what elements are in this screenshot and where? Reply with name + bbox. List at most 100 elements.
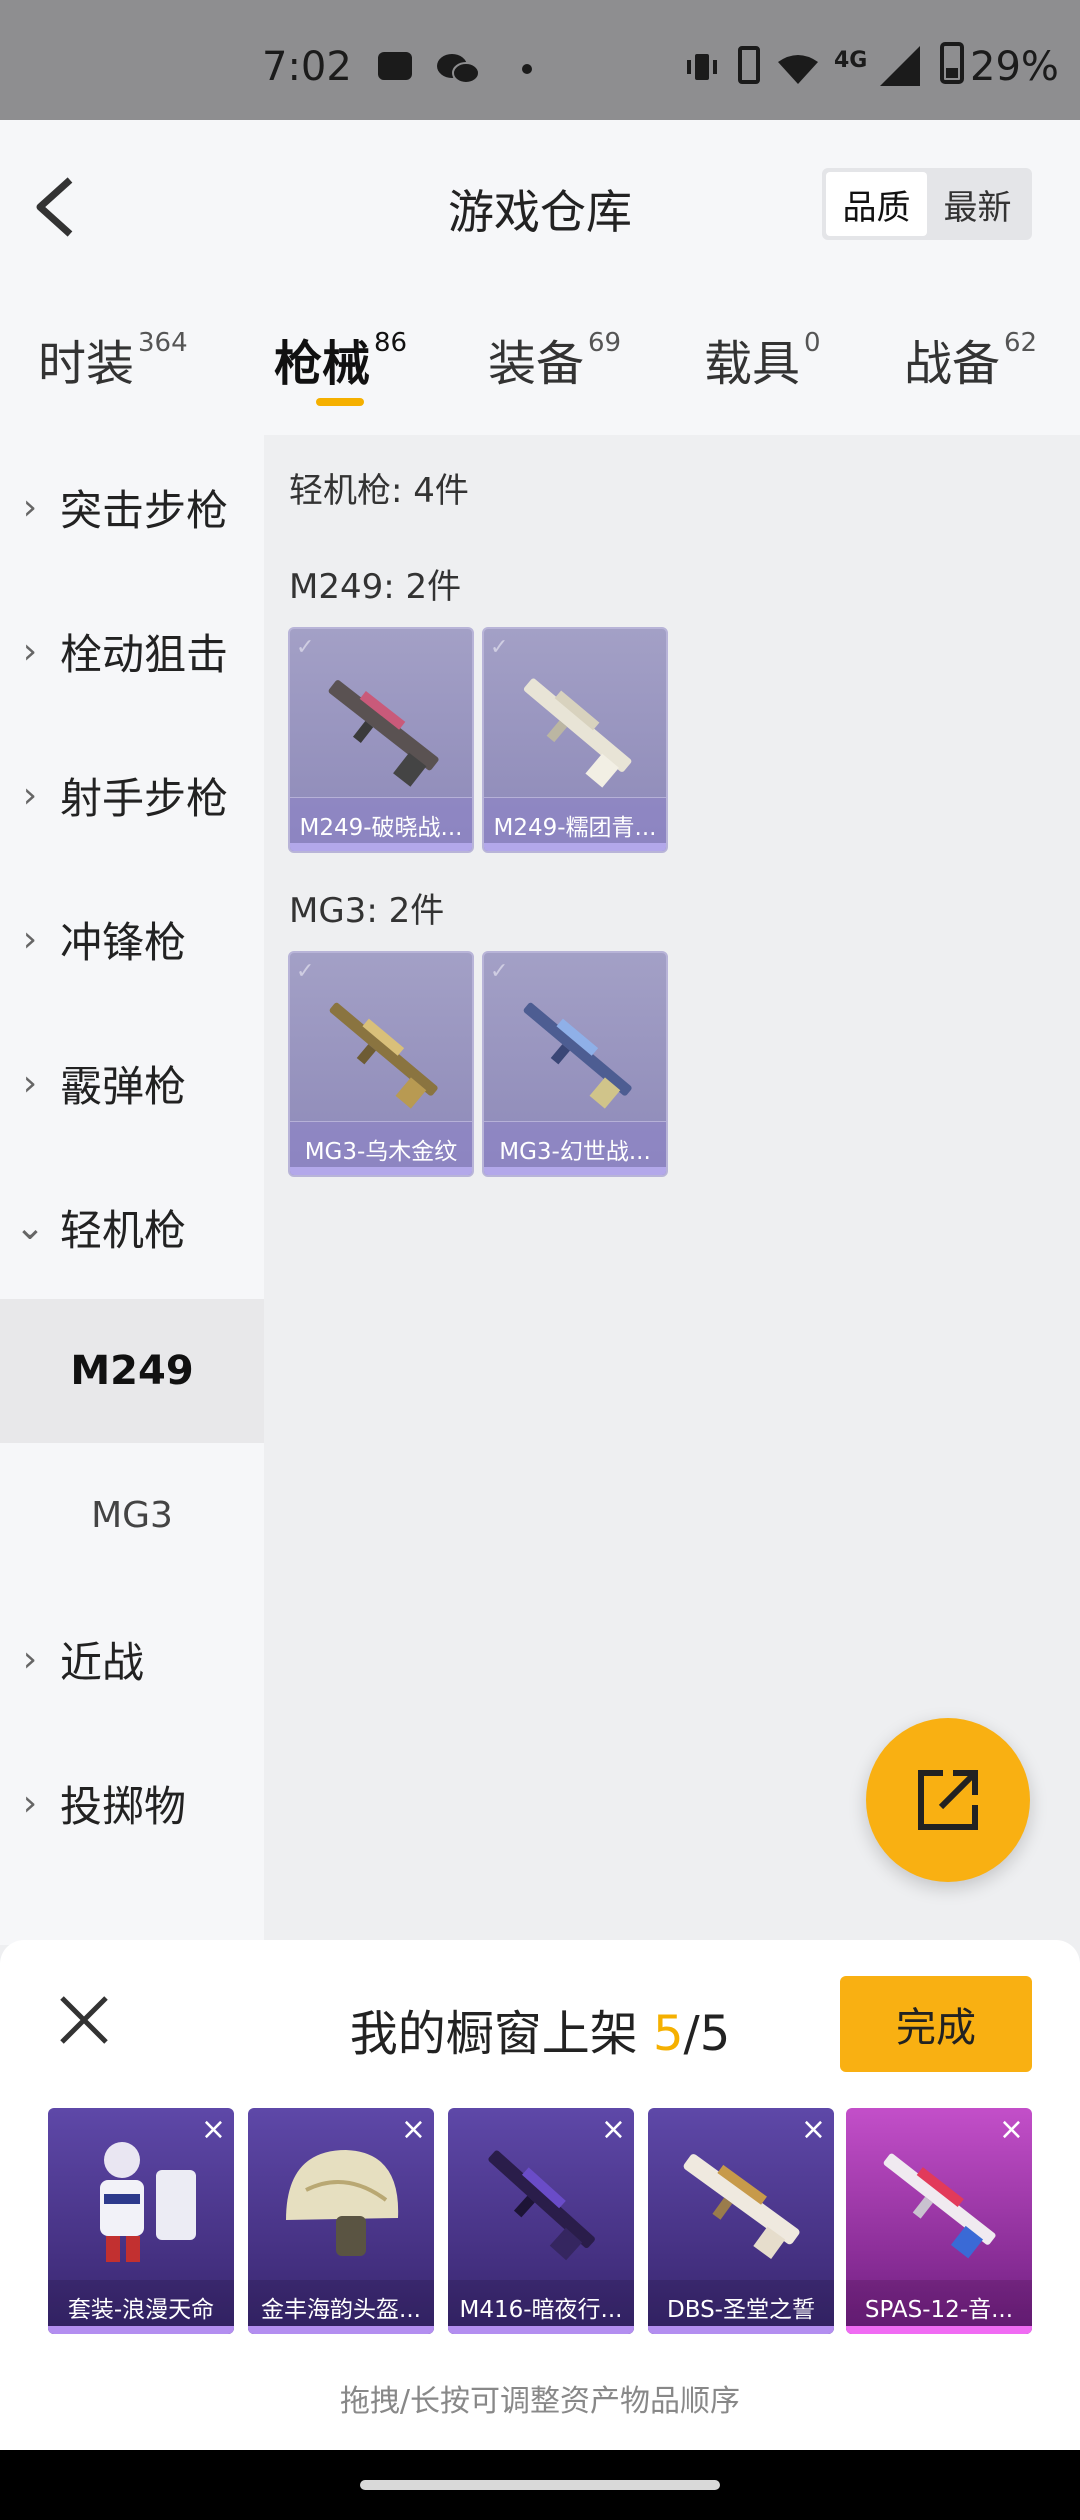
status-bar: 7:02 4G 29%: [0, 0, 1080, 120]
showcase-item[interactable]: × 金丰海韵头盔...: [248, 2108, 434, 2334]
done-button[interactable]: 完成: [840, 1976, 1032, 2072]
tab-count: 0: [804, 328, 821, 358]
tab-supplies[interactable]: 战备 62: [904, 324, 1037, 394]
active-tab-indicator: [316, 398, 364, 406]
share-button[interactable]: [866, 1718, 1030, 1882]
tab-vehicles[interactable]: 载具 0: [704, 324, 821, 394]
sidebar-item-label: 轻机枪: [60, 1205, 187, 1255]
tab-count: 86: [374, 328, 408, 358]
battery-icon: [940, 42, 964, 84]
showcase-item-name: 套装-浪漫天命: [48, 2280, 234, 2334]
m249-gun-icon: [523, 678, 632, 788]
item-card[interactable]: ✓ MG3-幻世战...: [482, 951, 668, 1177]
tab-count: 62: [1004, 328, 1038, 358]
sidebar-item-label: 突击步枪: [60, 485, 229, 535]
showcase-item-name: DBS-圣堂之誓: [648, 2280, 834, 2334]
showcase-item-name: M416-暗夜行...: [448, 2280, 634, 2334]
message-icon: [378, 52, 412, 80]
chevron-right-icon: ›: [22, 774, 38, 816]
sidebar: › 突击步枪 › 栓动狙击 › 射手步枪 › 冲锋枪 › 霰弹枪 ⌄ 轻机枪 M249 MG…: [0, 435, 264, 1945]
sidebar-item-assault-rifle[interactable]: › 突击步枪: [0, 435, 264, 579]
notification-dot-icon: [522, 64, 532, 74]
home-handle[interactable]: [360, 2480, 720, 2490]
wifi-icon: [776, 52, 820, 84]
showcase-item-name: SPAS-12-音...: [846, 2280, 1032, 2334]
signal-icon: [880, 46, 920, 86]
tab-count: 69: [588, 328, 622, 358]
sidebar-item-smg[interactable]: › 冲锋枪: [0, 867, 264, 1011]
chevron-right-icon: ›: [22, 486, 38, 528]
showcase-current-count: 5: [653, 2006, 684, 2062]
spas12-gun-icon: [883, 2153, 996, 2259]
showcase-item[interactable]: × 套装-浪漫天命: [48, 2108, 234, 2334]
category-tabs: 时装 364 枪械 86 装备 69 载具 0 战备 62: [0, 290, 1080, 435]
sidebar-item-label: 霰弹枪: [60, 1061, 187, 1111]
item-name: MG3-幻世战...: [484, 1121, 666, 1175]
item-card[interactable]: ✓ MG3-乌木金纹: [288, 951, 474, 1177]
showcase-total-count: /5: [683, 2006, 731, 2062]
sidebar-item-lmg[interactable]: ⌄ 轻机枪: [0, 1155, 264, 1299]
chevron-right-icon: ›: [22, 1782, 38, 1824]
group-title-mg3: MG3: 2件: [289, 891, 445, 931]
tab-fashion[interactable]: 时装 364: [38, 324, 188, 394]
chevron-right-icon: ›: [22, 1062, 38, 1104]
sidebar-subitem-mg3[interactable]: MG3: [0, 1443, 264, 1587]
item-card[interactable]: ✓ M249-破晓战...: [288, 627, 474, 853]
m249-gun-icon: [328, 680, 439, 787]
tab-firearms[interactable]: 枪械 86: [274, 324, 407, 394]
outfit-icon: [100, 2142, 196, 2262]
nfc-icon: [738, 46, 760, 84]
tab-label: 装备: [488, 336, 585, 392]
tab-label: 时装: [38, 336, 135, 392]
item-name: M249-糯团青...: [484, 797, 666, 851]
sidebar-item-marksman-rifle[interactable]: › 射手步枪: [0, 723, 264, 867]
battery-percent: 29%: [970, 44, 1059, 90]
wechat-icon: [436, 52, 480, 84]
network-type: 4G: [834, 48, 868, 73]
showcase-item-name: 金丰海韵头盔...: [248, 2280, 434, 2334]
status-time: 7:02: [262, 44, 352, 90]
reorder-hint: 拖拽/长按可调整资产物品顺序: [339, 2384, 741, 2419]
share-export-icon: [918, 1770, 978, 1830]
showcase-sheet: 我的橱窗上架 5/5 完成 × 套装-浪漫天命 × 金丰海韵头盔... × M4…: [0, 1940, 1080, 2450]
sidebar-item-label: 投掷物: [60, 1781, 187, 1831]
sidebar-item-melee[interactable]: › 近战: [0, 1587, 264, 1731]
sort-toggle: 品质 最新: [822, 168, 1032, 240]
sidebar-item-shotgun[interactable]: › 霰弹枪: [0, 1011, 264, 1155]
sidebar-item-bolt-sniper[interactable]: › 栓动狙击: [0, 579, 264, 723]
sort-newest-button[interactable]: 最新: [927, 172, 1028, 236]
vibrate-icon: [684, 52, 720, 80]
system-nav-bar: [0, 2450, 1080, 2520]
tab-equipment[interactable]: 装备 69: [488, 324, 621, 394]
showcase-title-text: 我的橱窗上架: [349, 2006, 653, 2062]
showcase-item[interactable]: × SPAS-12-音...: [846, 2108, 1032, 2334]
helmet-icon: [286, 2150, 399, 2256]
sidebar-item-label: 射手步枪: [60, 773, 229, 823]
chevron-right-icon: ›: [22, 918, 38, 960]
showcase-item[interactable]: × M416-暗夜行...: [448, 2108, 634, 2334]
group-title-m249: M249: 2件: [289, 567, 462, 607]
tab-label: 枪械: [274, 336, 371, 392]
app-header: 游戏仓库 品质 最新: [0, 120, 1080, 290]
sidebar-item-label: 栓动狙击: [60, 629, 229, 679]
item-name: M249-破晓战...: [290, 797, 472, 851]
m416-gun-icon: [488, 2150, 595, 2261]
category-count: 轻机枪: 4件: [289, 471, 469, 511]
tab-label: 战备: [904, 336, 1001, 392]
chevron-down-icon: ⌄: [14, 1206, 46, 1248]
item-card[interactable]: ✓ M249-糯团青...: [482, 627, 668, 853]
item-name: MG3-乌木金纹: [290, 1121, 472, 1175]
sidebar-subitem-m249[interactable]: M249: [0, 1299, 264, 1443]
dbs-gun-icon: [683, 2154, 800, 2259]
sidebar-item-label: 近战: [60, 1637, 145, 1687]
chevron-right-icon: ›: [22, 1638, 38, 1680]
sort-quality-button[interactable]: 品质: [826, 172, 927, 236]
sidebar-item-throwables[interactable]: › 投掷物: [0, 1731, 264, 1875]
tab-label: 载具: [704, 336, 801, 392]
showcase-item[interactable]: × DBS-圣堂之誓: [648, 2108, 834, 2334]
mg3-gun-icon: [523, 1002, 632, 1109]
mg3-gun-icon: [329, 1002, 438, 1109]
chevron-right-icon: ›: [22, 630, 38, 672]
sidebar-item-label: 冲锋枪: [60, 917, 187, 967]
tab-count: 364: [138, 328, 188, 358]
